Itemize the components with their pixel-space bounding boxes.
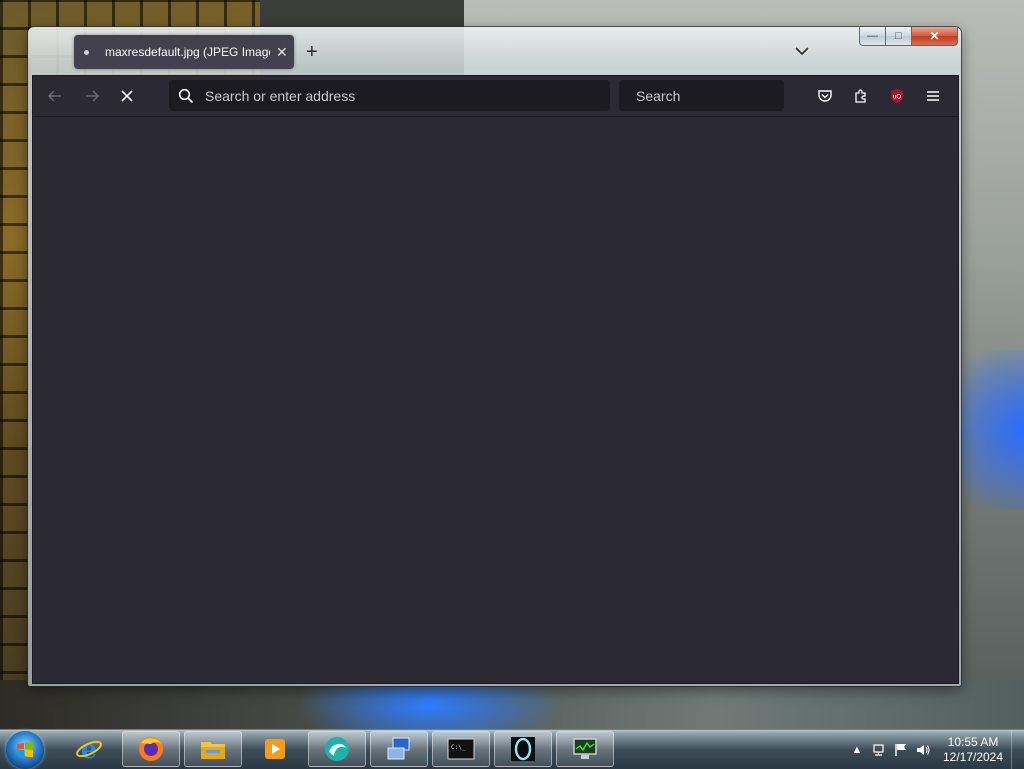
taskbar-app-firefox[interactable]	[122, 731, 180, 767]
taskbar-app-file-explorer[interactable]	[184, 731, 242, 767]
windows-logo-icon	[17, 741, 33, 758]
app-menu-button[interactable]	[923, 86, 943, 106]
nav-toolbar: uO	[33, 76, 958, 117]
extensions-button[interactable]	[851, 86, 871, 106]
firefox-window: — □ ✕ maxresdefault.jpg (JPEG Image ✕ +	[28, 27, 961, 686]
firefox-icon	[139, 737, 163, 761]
remote-desktop-icon	[387, 737, 410, 760]
app-swirl-icon	[325, 737, 349, 761]
media-player-icon	[265, 739, 285, 759]
show-desktop-button[interactable]	[1011, 730, 1024, 769]
clock[interactable]: 10:55 AM 12/17/2024	[940, 735, 1006, 765]
flag-icon	[895, 743, 906, 756]
clock-time: 10:55 AM	[947, 734, 999, 749]
stop-x-icon	[121, 90, 133, 102]
clock-date: 12/17/2024	[942, 749, 1004, 764]
forward-arrow-icon	[86, 90, 100, 102]
taskbar-app-ring[interactable]	[494, 731, 552, 767]
taskbar-app-media-player[interactable]	[246, 731, 304, 767]
svg-text:C:\_: C:\_	[451, 744, 466, 751]
network-icon[interactable]	[868, 739, 890, 761]
internet-explorer-icon: e	[76, 735, 102, 764]
tab-maxresdefault[interactable]: maxresdefault.jpg (JPEG Image ✕	[74, 35, 294, 69]
puzzle-piece-icon	[855, 89, 866, 103]
taskbar-app-swirl[interactable]	[308, 731, 366, 767]
action-center-flag-icon[interactable]	[890, 739, 912, 761]
page-content	[33, 117, 958, 683]
system-tray: ▲ 10:55 AM 12/17/2024	[846, 730, 1024, 769]
loading-dot-icon	[84, 49, 89, 55]
address-bar[interactable]	[169, 80, 610, 111]
tab-title: maxresdefault.jpg (JPEG Image	[105, 45, 270, 59]
list-all-tabs-button[interactable]	[795, 43, 809, 61]
svg-text:uO: uO	[893, 95, 901, 101]
browser-content: uO	[32, 75, 959, 684]
tab-strip: maxresdefault.jpg (JPEG Image ✕ +	[28, 27, 961, 75]
show-hidden-icons-button[interactable]: ▲	[846, 739, 868, 761]
chevron-down-icon	[795, 47, 809, 56]
ring-app-icon	[511, 737, 535, 761]
pocket-icon	[818, 90, 832, 102]
forward-button[interactable]	[82, 86, 102, 106]
pocket-button[interactable]	[815, 86, 835, 106]
ublock-origin-button[interactable]: uO	[887, 86, 907, 106]
taskbar: e C:\_ ▲ 10:55 AM 12/17/2024	[0, 729, 1024, 769]
start-button[interactable]	[6, 731, 44, 769]
volume-icon[interactable]	[912, 739, 934, 761]
ublock-shield-icon: uO	[891, 89, 903, 103]
taskbar-app-remote-desktop[interactable]	[370, 731, 428, 767]
close-tab-icon[interactable]: ✕	[276, 44, 288, 61]
back-arrow-icon	[47, 90, 61, 102]
back-button[interactable]	[45, 86, 65, 106]
url-input[interactable]	[203, 86, 610, 105]
search-input[interactable]	[634, 86, 819, 105]
taskbar-app-task-manager[interactable]	[556, 731, 614, 767]
taskbar-app-command-prompt[interactable]: C:\_	[432, 731, 490, 767]
svg-text:e: e	[81, 735, 98, 764]
search-icon	[178, 88, 194, 103]
file-explorer-icon	[201, 742, 225, 759]
speaker-icon	[917, 744, 930, 755]
command-prompt-icon: C:\_	[447, 738, 475, 760]
taskbar-app-internet-explorer[interactable]: e	[60, 731, 118, 767]
search-bar[interactable]	[619, 80, 819, 111]
new-tab-button[interactable]: +	[306, 41, 318, 64]
hamburger-menu-icon	[927, 91, 939, 101]
stop-loading-button[interactable]	[117, 86, 137, 106]
task-manager-icon	[573, 738, 597, 759]
network-icon	[873, 743, 884, 756]
